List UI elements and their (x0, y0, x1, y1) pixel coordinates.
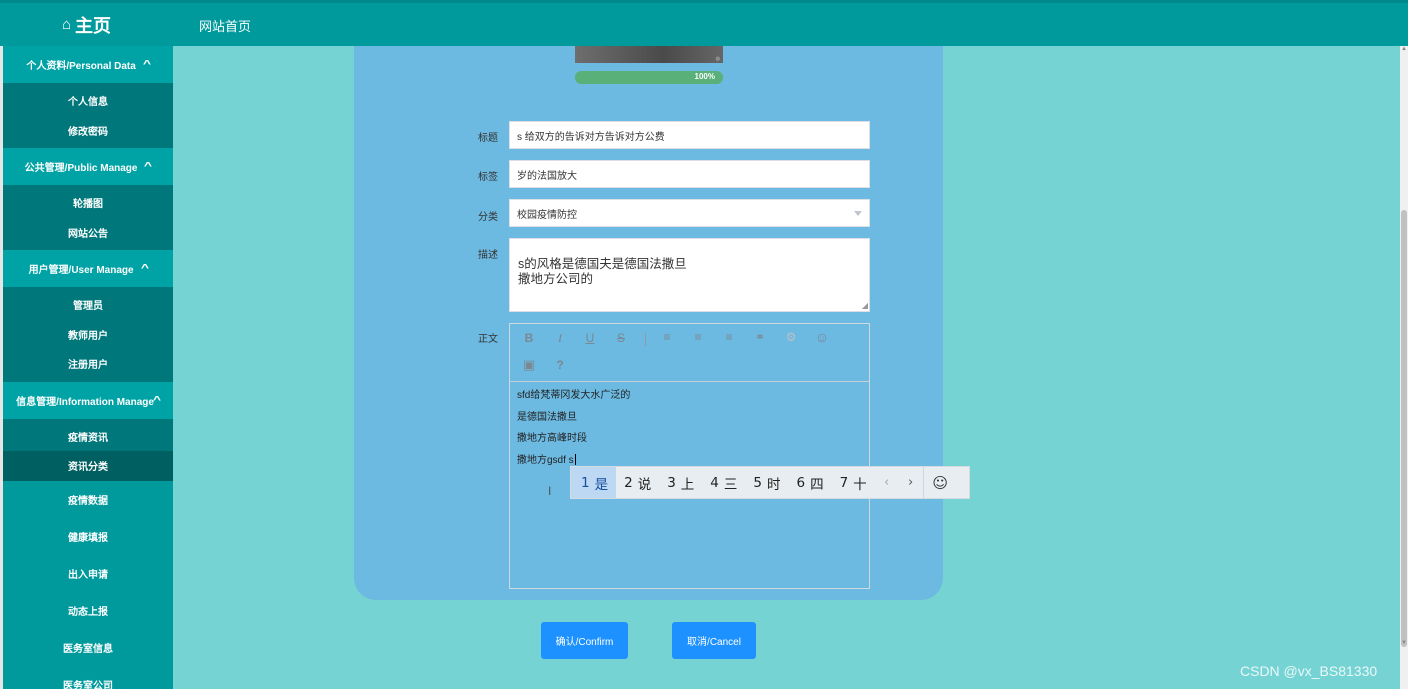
editor-line: 是德国法撒旦 (517, 411, 577, 423)
top-header: ⌂ 主页 网站首页 (0, 0, 1408, 46)
sidebar-group-users[interactable]: 用户管理/User Manage ^ (3, 250, 173, 287)
rich-text-editor: B I U S ≡ ≡ ≡ ⚭ ⚙ ☺ ▣ ? sfd给梵蒂冈发大水广泛的 是德… (509, 323, 870, 589)
thumbnail-watermark-icon: ◎ (715, 56, 720, 62)
ime-candidate[interactable]: 4三 (702, 467, 745, 498)
ime-candidate[interactable]: 6四 (788, 467, 831, 498)
resize-grip-icon[interactable]: ◢ (862, 302, 868, 310)
ime-next-page-icon[interactable]: › (899, 475, 923, 490)
ime-prev-page-icon[interactable]: ‹ (875, 475, 899, 490)
help-icon[interactable]: ? (550, 358, 570, 372)
image-icon[interactable]: ▣ (519, 357, 539, 373)
ime-candidate[interactable]: 7十 (832, 467, 875, 498)
chevron-down-icon (854, 211, 862, 216)
sidebar-item-clinic-info[interactable]: 医务室信息 (3, 629, 173, 666)
scroll-down-icon[interactable]: ▼ (1400, 640, 1408, 650)
scroll-up-icon[interactable]: ▲ (1400, 46, 1408, 56)
uploaded-image-thumbnail: ◎ (575, 46, 723, 63)
upload-progress-text: 100% (694, 72, 715, 81)
sidebar-group-label: 用户管理/User Manage (28, 265, 134, 276)
sidebar-group-label: 信息管理/Information Manage (16, 396, 154, 408)
cancel-button[interactable]: 取消/Cancel (672, 622, 756, 659)
sidebar-item-carousel[interactable]: 轮播图 (3, 188, 173, 218)
sidebar-item-news-category[interactable]: 资讯分类 (3, 451, 173, 481)
toolbar-divider (645, 333, 646, 346)
sidebar-item-change-password[interactable]: 修改密码 (3, 116, 173, 146)
unlink-icon[interactable]: ⚙ (781, 330, 801, 344)
brand[interactable]: ⌂ 主页 (0, 3, 173, 46)
ime-emoji-icon[interactable]: ☺ (922, 467, 957, 498)
sidebar-submenu: 轮播图 网站公告 (3, 185, 173, 250)
chevron-up-icon: ^ (142, 59, 151, 70)
sidebar-item-announcement[interactable]: 网站公告 (3, 218, 173, 248)
align-left-icon[interactable]: ≡ (657, 330, 677, 344)
sidebar-submenu: 管理员 教师用户 注册用户 (3, 287, 173, 382)
sidebar-item-registered-users[interactable]: 注册用户 (3, 349, 173, 379)
title-input[interactable]: s 给双方的告诉对方告诉对方公费 (509, 121, 870, 149)
watermark: CSDN @vx_BS81330 (1240, 663, 1378, 679)
editor-line: 撒地方高峰时段 (517, 433, 587, 444)
align-center-icon[interactable]: ≡ (688, 330, 708, 344)
align-right-icon[interactable]: ≡ (719, 330, 739, 344)
tag-label: 标签 (478, 172, 498, 183)
ime-candidate-bar: 1是 2说 3上 4三 5时 6四 7十 ‹ › ☺ (570, 466, 970, 499)
emoji-icon[interactable]: ☺ (812, 329, 832, 345)
text-cursor-icon: I (548, 484, 552, 498)
chevron-up-icon: ^ (152, 394, 161, 406)
editor-line: sfd给梵蒂冈发大水广泛的 (517, 390, 631, 401)
sidebar-submenu: 疫情资讯 资讯分类 (3, 418, 173, 481)
sidebar-submenu: 个人信息 修改密码 (3, 83, 173, 148)
sidebar-item-access-request[interactable]: 出入申请 (3, 555, 173, 592)
nav-home-link[interactable]: 网站首页 (199, 16, 251, 35)
editor-toolbar: B I U S ≡ ≡ ≡ ⚭ ⚙ ☺ ▣ ? (510, 324, 869, 382)
ime-candidate[interactable]: 2说 (616, 467, 659, 498)
underline-icon[interactable]: U (580, 331, 600, 345)
strikethrough-icon[interactable]: S (611, 331, 631, 345)
ime-candidate[interactable]: 3上 (659, 467, 702, 498)
category-selected-value: 校园疫情防控 (517, 209, 577, 221)
scrollbar-thumb[interactable] (1401, 210, 1407, 647)
sidebar-item-dynamic-report[interactable]: 动态上报 (3, 592, 173, 629)
ime-candidate[interactable]: 1是 (571, 467, 617, 498)
upload-progress-bar: 100% (575, 71, 723, 84)
chevron-up-icon: ^ (140, 263, 149, 274)
bold-icon[interactable]: B (519, 331, 539, 345)
link-icon[interactable]: ⚭ (750, 330, 770, 344)
ime-candidate[interactable]: 5时 (745, 467, 788, 498)
tag-input[interactable]: 岁的法国放大 (509, 160, 870, 188)
sidebar-group-public[interactable]: 公共管理/Public Manage ^ (3, 148, 173, 185)
chevron-up-icon: ^ (144, 161, 153, 172)
sidebar-group-information[interactable]: 信息管理/Information Manage ^ (3, 381, 173, 419)
category-label: 分类 (478, 212, 498, 223)
sidebar-item-admin[interactable]: 管理员 (3, 290, 173, 320)
sidebar: 个人资料/Personal Data ^ 个人信息 修改密码 公共管理/Publ… (0, 46, 173, 689)
category-select[interactable]: 校园疫情防控 (509, 199, 870, 227)
confirm-button[interactable]: 确认/Confirm (541, 622, 628, 659)
description-label: 描述 (478, 250, 498, 261)
sidebar-group-label: 公共管理/Public Manage (24, 163, 138, 174)
editor-line-text: 撒地方gsdf s (517, 454, 574, 466)
sidebar-item-epidemic-news[interactable]: 疫情资讯 (3, 422, 173, 452)
body-label: 正文 (478, 334, 498, 345)
description-text: s的风格是德国夫是德国法撒旦 撒地方公司的 (518, 257, 687, 286)
sidebar-item-personal-info[interactable]: 个人信息 (3, 86, 173, 116)
description-textarea[interactable]: s的风格是德国夫是德国法撒旦 撒地方公司的 ◢ (509, 238, 870, 312)
sidebar-item-clinic-company[interactable]: 医务室公司 (3, 666, 173, 689)
brand-title: 主页 (75, 15, 112, 36)
sidebar-group-label: 个人资料/Personal Data (26, 61, 136, 72)
title-label: 标题 (478, 133, 498, 144)
sidebar-item-teachers[interactable]: 教师用户 (3, 320, 173, 350)
sidebar-item-epidemic-data[interactable]: 疫情数据 (3, 481, 173, 518)
home-icon: ⌂ (61, 16, 72, 33)
text-caret (574, 454, 576, 466)
sidebar-group-personal[interactable]: 个人资料/Personal Data ^ (3, 46, 173, 83)
italic-icon[interactable]: I (550, 331, 570, 346)
sidebar-item-health-report[interactable]: 健康填报 (3, 518, 173, 555)
